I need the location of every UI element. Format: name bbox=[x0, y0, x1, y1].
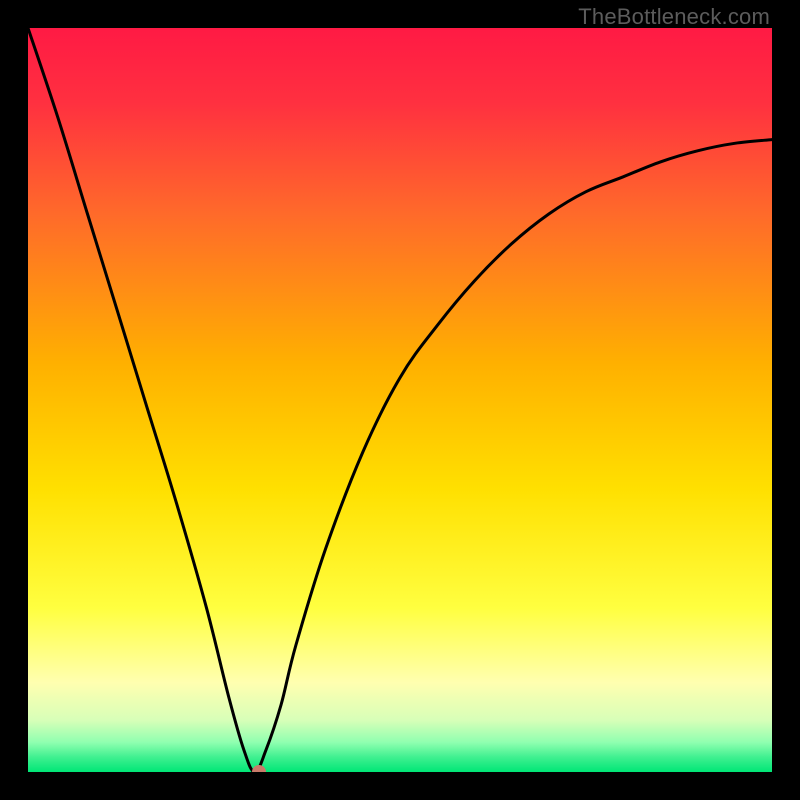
plot-area bbox=[28, 28, 772, 772]
chart-frame: TheBottleneck.com bbox=[0, 0, 800, 800]
bottleneck-curve bbox=[28, 28, 772, 772]
attribution-label: TheBottleneck.com bbox=[578, 4, 770, 30]
optimal-point-marker bbox=[252, 765, 266, 772]
